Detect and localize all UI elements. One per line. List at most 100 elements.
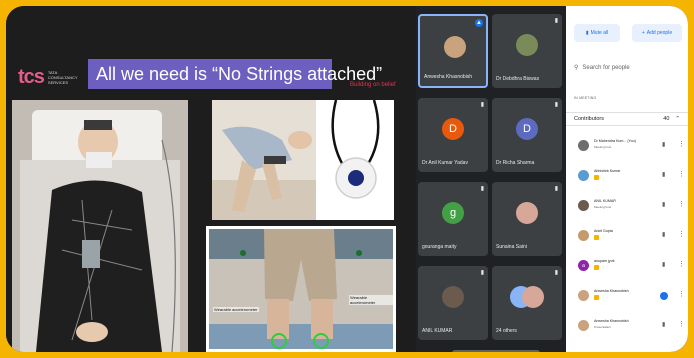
- search-input[interactable]: Search for people: [582, 65, 629, 71]
- host-badge-icon: [594, 175, 599, 180]
- accelerometer-label-left: Wearable accelerometer: [213, 307, 259, 312]
- participant-avatar: g: [442, 202, 464, 224]
- person-name: Anwesha Khasnobish: [594, 289, 629, 293]
- person-row[interactable]: Dr Mahendra Kum... (You) Meeting host ▮ …: [566, 134, 688, 158]
- person-avatar: [578, 200, 589, 211]
- mic-off-icon[interactable]: ▮: [662, 201, 665, 208]
- person-row[interactable]: Anwesha Khasnobish Presentation ▮ ⋮: [566, 314, 688, 338]
- mute-all-label: Mute all: [590, 30, 609, 36]
- person-role: Meeting host: [594, 145, 612, 149]
- more-options-icon[interactable]: ⋮: [678, 140, 685, 148]
- participant-tile[interactable]: ▮ Dr Debdhra Biswas: [492, 14, 562, 88]
- pendant-sensor-photo: [316, 100, 394, 220]
- more-options-icon[interactable]: ⋮: [678, 320, 685, 328]
- mic-off-icon: ▮: [480, 186, 484, 192]
- person-name: Ankit Gupta: [594, 229, 613, 233]
- add-people-label: Add people: [646, 30, 673, 36]
- wearable-legs-photo: Wearable accelerometer Wearable accelero…: [206, 226, 396, 352]
- mic-off-icon: ▮: [554, 18, 558, 24]
- add-people-button[interactable]: + Add people: [632, 24, 682, 42]
- participant-tile[interactable]: g ▮ gouranga maity: [418, 182, 488, 256]
- person-name: anupam jyoti: [594, 259, 615, 263]
- mic-off-icon[interactable]: ▮: [662, 261, 665, 268]
- mic-off-icon: ▮: [585, 30, 589, 36]
- person-avatar: a: [578, 260, 589, 271]
- scroll-indicator[interactable]: [452, 350, 540, 352]
- person-role: Presentation: [594, 325, 611, 329]
- person-row[interactable]: Ankit Gupta ▮ ⋮: [566, 224, 688, 248]
- others-tile[interactable]: ▮ 24 others: [492, 266, 562, 340]
- pin-icon[interactable]: [660, 292, 668, 300]
- person-row[interactable]: a anupam jyoti ▮ ⋮: [566, 254, 688, 278]
- mic-off-icon[interactable]: ▮: [662, 141, 665, 148]
- slide-title: All we need is “No Strings attached”: [88, 59, 382, 89]
- person-avatar: [578, 290, 589, 301]
- others-count: 24 others: [496, 328, 517, 334]
- mic-off-icon: ▮: [554, 270, 558, 276]
- participant-avatar: D: [442, 118, 464, 140]
- fallen-person-photo: [212, 100, 316, 220]
- participant-name: Dr Anil Kumar Yadav: [422, 160, 468, 166]
- participant-tile[interactable]: ▮ Sunaina Saini: [492, 182, 562, 256]
- person-name: Abhishek Kumar: [594, 169, 621, 173]
- participant-avatar: [444, 36, 466, 58]
- shared-presentation: tcs TATA CONSULTANCY SERVICES All we nee…: [6, 6, 416, 352]
- add-person-icon: +: [641, 30, 645, 36]
- chevron-up-icon: ⌃: [675, 116, 680, 122]
- participant-tile[interactable]: D ▮ Dr Anil Kumar Yadav: [418, 98, 488, 172]
- person-avatar: [578, 170, 589, 181]
- pin-icon[interactable]: ▲: [475, 19, 483, 27]
- contributors-label: Contributors: [574, 116, 604, 122]
- contributors-header[interactable]: Contributors 40 ⌃: [566, 112, 688, 126]
- people-search[interactable]: ⚲ Search for people: [574, 64, 630, 72]
- mic-off-icon[interactable]: ▮: [662, 321, 665, 328]
- others-avatar-stack: [522, 286, 544, 308]
- search-icon: ⚲: [574, 65, 579, 71]
- meeting-window: tcs TATA CONSULTANCY SERVICES All we nee…: [6, 6, 688, 352]
- person-row[interactable]: ANIL KUMAR Meeting host ▮ ⋮: [566, 194, 688, 218]
- participant-name: Sunaina Saini: [496, 244, 527, 250]
- participant-avatar: [516, 34, 538, 56]
- person-name: Dr Mahendra Kum... (You): [594, 139, 636, 143]
- participant-name: Dr Richa Sharma: [496, 160, 535, 166]
- participant-name: gouranga maity: [422, 244, 457, 250]
- participant-tile[interactable]: D ▮ Dr Richa Sharma: [492, 98, 562, 172]
- tcs-logo-mark: tcs: [18, 66, 45, 88]
- slide-tagline: Building on belief: [350, 82, 396, 88]
- mic-off-icon[interactable]: ▮: [662, 171, 665, 178]
- participant-name: ANIL KUMAR: [422, 328, 453, 334]
- accelerometer-label-right: Wearable accelerometer: [349, 295, 393, 305]
- tcs-logo-text: TATA CONSULTANCY SERVICES: [47, 70, 78, 85]
- person-avatar: [578, 230, 589, 241]
- person-role: Meeting host: [594, 205, 612, 209]
- participant-name: Dr Debdhra Biswas: [496, 76, 540, 82]
- more-options-icon[interactable]: ⋮: [678, 200, 685, 208]
- contributors-count: 40: [663, 116, 670, 122]
- participant-tile[interactable]: ▲ Anwesha Khasnobish: [418, 14, 488, 88]
- person-row[interactable]: Abhishek Kumar ▮ ⋮: [566, 164, 688, 188]
- person-name: Anwesha Khasnobish: [594, 319, 629, 323]
- tcs-logo: tcs TATA CONSULTANCY SERVICES: [18, 66, 82, 89]
- mic-off-icon: ▮: [480, 102, 484, 108]
- mic-off-icon[interactable]: ▮: [662, 231, 665, 238]
- person-avatar: [578, 140, 589, 151]
- more-options-icon[interactable]: ⋮: [678, 290, 685, 298]
- people-panel: ▮ Mute all + Add people ⚲ Search for peo…: [566, 6, 688, 352]
- more-options-icon[interactable]: ⋮: [678, 170, 685, 178]
- more-options-icon[interactable]: ⋮: [678, 230, 685, 238]
- participant-avatar: [516, 202, 538, 224]
- participant-avatar: D: [516, 118, 538, 140]
- person-row[interactable]: Anwesha Khasnobish ⋮: [566, 284, 688, 308]
- mic-off-icon: ▮: [554, 186, 558, 192]
- mute-all-button[interactable]: ▮ Mute all: [574, 24, 620, 42]
- host-badge-icon: [594, 295, 599, 300]
- in-meeting-label: IN MEETING: [574, 96, 597, 100]
- host-badge-icon: [594, 265, 599, 270]
- more-options-icon[interactable]: ⋮: [678, 260, 685, 268]
- person-name: ANIL KUMAR: [594, 199, 616, 203]
- participant-name: Anwesha Khasnobish: [424, 74, 473, 80]
- host-badge-icon: [594, 235, 599, 240]
- participant-tile[interactable]: ▮ ANIL KUMAR: [418, 266, 488, 340]
- mic-off-icon: ▮: [554, 102, 558, 108]
- person-avatar: [578, 320, 589, 331]
